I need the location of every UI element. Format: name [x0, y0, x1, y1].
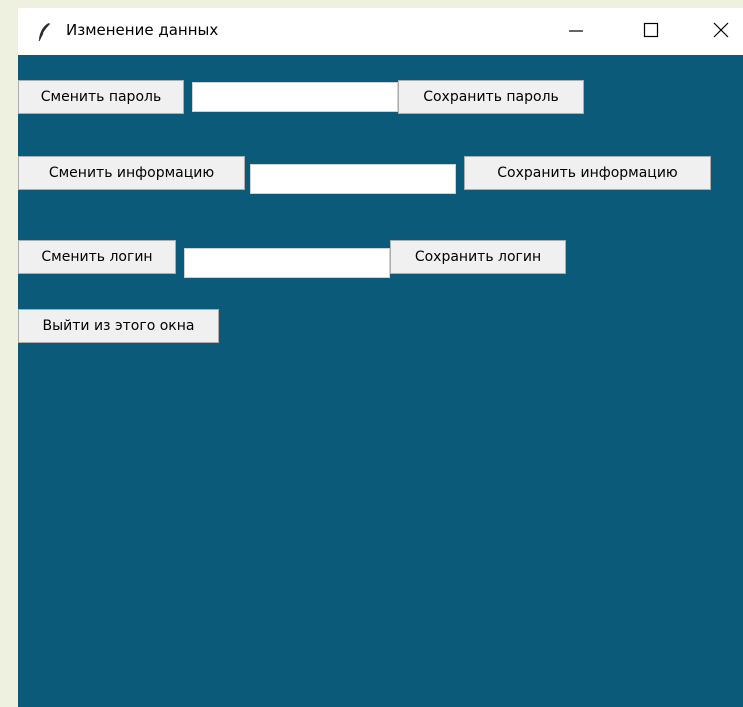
exit-window-button[interactable]: Выйти из этого окна [18, 309, 219, 343]
maximize-button[interactable] [628, 8, 674, 55]
minimize-button[interactable] [553, 8, 599, 55]
title-bar[interactable]: Изменение данных [18, 8, 743, 55]
maximize-icon [643, 22, 659, 42]
info-input[interactable] [250, 164, 456, 194]
change-login-button[interactable]: Сменить логин [18, 240, 176, 274]
login-input[interactable] [184, 248, 390, 278]
save-login-button[interactable]: Сохранить логин [390, 240, 566, 274]
save-password-button[interactable]: Сохранить пароль [398, 80, 584, 114]
change-info-button[interactable]: Сменить информацию [18, 156, 245, 190]
close-icon [713, 22, 729, 42]
password-input[interactable] [192, 82, 398, 112]
close-button[interactable] [698, 8, 743, 55]
minimize-icon [568, 22, 584, 42]
feather-icon [36, 22, 52, 42]
window-title: Изменение данных [66, 21, 219, 39]
save-info-button[interactable]: Сохранить информацию [464, 156, 711, 190]
app-window: Изменение данных Сменить пароль Сохранит… [18, 8, 743, 707]
change-password-button[interactable]: Сменить пароль [18, 80, 184, 114]
